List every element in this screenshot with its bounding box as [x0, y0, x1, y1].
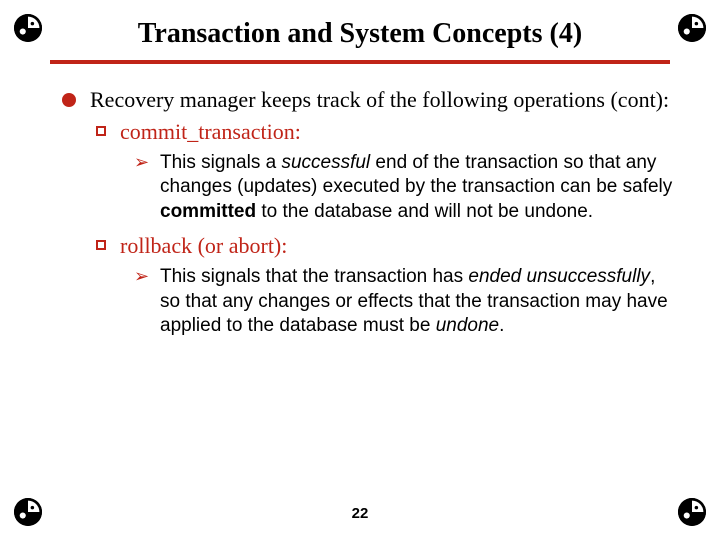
- text-italic: ended unsuccessfully: [468, 266, 650, 287]
- slide-body: Recovery manager keeps track of the foll…: [32, 86, 688, 338]
- bullet-level-2: rollback (or abort):: [96, 232, 678, 260]
- arrow-icon: ➢: [134, 265, 152, 338]
- text-bold: committed: [160, 201, 256, 222]
- title-underline: [50, 60, 670, 64]
- slide: Transaction and System Concepts (4) Reco…: [0, 0, 720, 540]
- item-name: commit_transaction:: [120, 118, 678, 146]
- bullet-icon: [62, 93, 76, 107]
- bullet-level-2: commit_transaction:: [96, 118, 678, 146]
- item-description: This signals a successful end of the tra…: [160, 151, 678, 224]
- bullet-level-3: ➢ This signals a successful end of the t…: [134, 151, 678, 224]
- text: This signals that the transaction has: [160, 266, 468, 287]
- decorative-corner-icon: [14, 14, 42, 42]
- page-number: 22: [0, 505, 720, 522]
- item-description: This signals that the transaction has en…: [160, 265, 678, 338]
- text: to the database and will not be undone.: [256, 201, 593, 222]
- text: .: [499, 315, 504, 336]
- bullet-icon: [96, 126, 106, 136]
- bullet-icon: [96, 240, 106, 250]
- item-name: rollback (or abort):: [120, 232, 678, 260]
- slide-title: Transaction and System Concepts (4): [32, 18, 688, 50]
- bullet-level-1: Recovery manager keeps track of the foll…: [62, 86, 678, 114]
- intro-text: Recovery manager keeps track of the foll…: [90, 86, 678, 114]
- text-italic: undone: [436, 315, 499, 336]
- text-italic: successful: [281, 152, 370, 173]
- bullet-level-3: ➢ This signals that the transaction has …: [134, 265, 678, 338]
- arrow-icon: ➢: [134, 151, 152, 224]
- text: This signals a: [160, 152, 281, 173]
- decorative-corner-icon: [678, 14, 706, 42]
